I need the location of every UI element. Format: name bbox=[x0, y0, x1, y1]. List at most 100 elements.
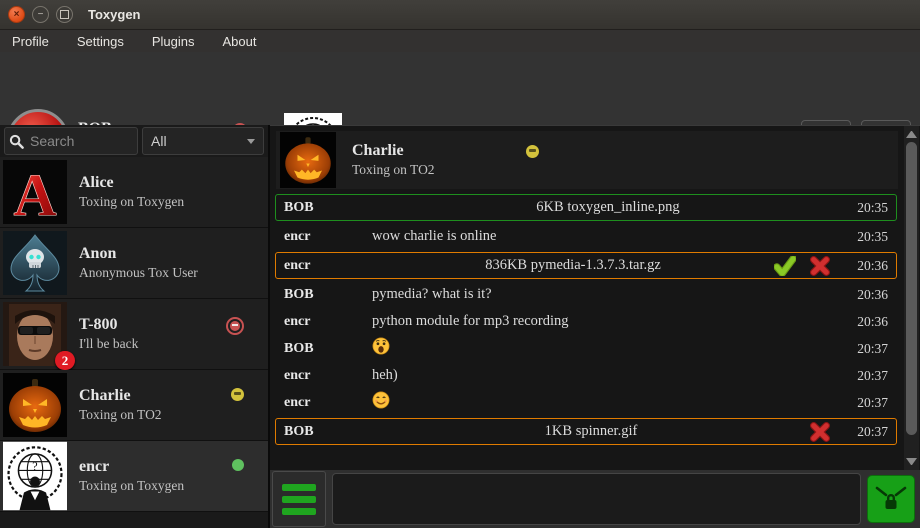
message-sender: encr bbox=[284, 395, 372, 411]
title-bar: × − Toxygen bbox=[0, 0, 920, 30]
file-transfer-actions bbox=[774, 256, 830, 276]
message-time: 20:36 bbox=[844, 314, 888, 330]
message-time: 20:36 bbox=[844, 258, 888, 274]
file-transfer-label: 836KB pymedia-1.3.7.3.tar.gz bbox=[372, 257, 774, 274]
attachments-menu-button[interactable] bbox=[272, 471, 326, 527]
message-body: pymedia? what is it? bbox=[372, 286, 844, 303]
decline-cross-icon[interactable] bbox=[810, 422, 830, 442]
message-body: python module for mp3 recording bbox=[372, 313, 844, 330]
message-body: heh) bbox=[372, 367, 844, 384]
maximize-icon bbox=[60, 10, 69, 19]
window-title: Toxygen bbox=[88, 7, 141, 22]
message-body bbox=[372, 337, 844, 360]
avatar bbox=[3, 231, 67, 295]
chat-area: Charlie Toxing on TO2 BOB 6KB toxygen_in… bbox=[270, 125, 920, 470]
message-sender: BOB bbox=[284, 200, 372, 216]
away-status-icon bbox=[526, 145, 539, 158]
scrollbar-thumb[interactable] bbox=[906, 142, 917, 435]
message-emoji: encr 20:37 bbox=[276, 389, 896, 416]
chat-contact-card: Charlie Toxing on TO2 bbox=[276, 131, 898, 189]
message-time: 20:36 bbox=[844, 287, 888, 303]
message-time: 20:37 bbox=[844, 395, 888, 411]
chat-contact-status-message: Toxing on TO2 bbox=[352, 162, 502, 178]
message-sender: BOB bbox=[284, 341, 372, 357]
contact-row-alice[interactable]: A Alice Toxing on Toxygen bbox=[0, 157, 268, 228]
contact-row-anon[interactable]: Anon Anonymous Tox User bbox=[0, 228, 268, 299]
accept-check-icon[interactable] bbox=[774, 256, 796, 276]
close-button[interactable]: × bbox=[8, 6, 25, 23]
red-letter-a-icon: A bbox=[3, 160, 67, 224]
scroll-down-arrow-icon[interactable] bbox=[906, 458, 917, 465]
pumpkin-icon bbox=[280, 132, 336, 188]
message-list: BOB 6KB toxygen_inline.png 20:35 encr wo… bbox=[270, 192, 902, 447]
unread-count-badge: 2 bbox=[55, 351, 75, 370]
menu-bar: Profile Settings Plugins About bbox=[0, 30, 920, 52]
avatar bbox=[280, 132, 336, 188]
contact-status-message: Toxing on Toxygen bbox=[79, 478, 268, 494]
contact-status-message: I'll be back bbox=[79, 336, 268, 352]
contact-list: A Alice Toxing on Toxygen bbox=[0, 157, 268, 512]
toxygen-window: × − Toxygen Profile Settings Plugins Abo… bbox=[0, 0, 920, 528]
online-status-icon bbox=[232, 459, 244, 471]
avatar bbox=[3, 373, 67, 437]
avatar: A bbox=[3, 160, 67, 224]
menu-about[interactable]: About bbox=[222, 34, 256, 49]
message-sender: encr bbox=[284, 314, 372, 330]
message-time: 20:35 bbox=[844, 200, 888, 216]
smiling-face-emoji bbox=[372, 391, 390, 409]
contact-row-encr[interactable]: ? encr Toxing on Toxygen bbox=[0, 441, 268, 512]
menu-plugins[interactable]: Plugins bbox=[152, 34, 195, 49]
contacts-sidebar: All A Alice Toxing on Toxygen bbox=[0, 125, 270, 528]
menu-profile[interactable]: Profile bbox=[12, 34, 49, 49]
message-sender: encr bbox=[284, 258, 372, 274]
contact-row-charlie[interactable]: Charlie Toxing on TO2 bbox=[0, 370, 268, 441]
message-input[interactable] bbox=[332, 473, 861, 525]
close-icon: × bbox=[14, 10, 20, 20]
message-file-transfer[interactable]: BOB 6KB toxygen_inline.png 20:35 bbox=[275, 194, 897, 221]
chat-contact-text: Charlie Toxing on TO2 bbox=[352, 142, 502, 178]
contact-name: Alice bbox=[79, 174, 268, 192]
chat-scrollbar[interactable] bbox=[904, 126, 919, 470]
message-body: wow charlie is online bbox=[372, 228, 844, 245]
svg-text:?: ? bbox=[32, 459, 37, 473]
maximize-button[interactable] bbox=[56, 6, 73, 23]
message-text: BOB pymedia? what is it? 20:36 bbox=[276, 281, 896, 308]
decline-cross-icon[interactable] bbox=[810, 256, 830, 276]
shocked-face-emoji bbox=[372, 337, 390, 355]
header-panel: B BOB Looking for Python dev… ? encr bbox=[0, 52, 920, 125]
message-time: 20:37 bbox=[844, 424, 888, 440]
contact-row-t800[interactable]: 2 T-800 I'll be back bbox=[0, 299, 268, 370]
search-box[interactable] bbox=[4, 127, 138, 155]
file-transfer-label: 6KB toxygen_inline.png bbox=[372, 199, 844, 216]
message-text: encr heh) 20:37 bbox=[276, 362, 896, 389]
chat-contact-name: Charlie bbox=[352, 142, 502, 160]
send-message-button[interactable] bbox=[867, 475, 915, 523]
menu-settings[interactable]: Settings bbox=[77, 34, 124, 49]
message-sender: encr bbox=[284, 229, 372, 245]
contact-text: Alice Toxing on Toxygen bbox=[79, 174, 268, 210]
message-file-transfer[interactable]: encr 836KB pymedia-1.3.7.3.tar.gz 20:36 bbox=[275, 252, 897, 279]
scroll-up-arrow-icon[interactable] bbox=[906, 131, 917, 138]
avatar: ? bbox=[3, 440, 67, 512]
message-time: 20:37 bbox=[844, 341, 888, 357]
search-input[interactable] bbox=[28, 132, 122, 150]
spade-skull-icon bbox=[3, 231, 67, 295]
svg-text:A: A bbox=[13, 162, 56, 224]
message-sender: BOB bbox=[284, 424, 372, 440]
contact-status-message: Anonymous Tox User bbox=[79, 265, 268, 281]
message-time: 20:37 bbox=[844, 368, 888, 384]
contact-filter-dropdown[interactable]: All bbox=[142, 127, 264, 155]
minimize-icon: − bbox=[38, 10, 44, 20]
anonymous-logo-icon: ? bbox=[3, 440, 67, 512]
away-status-icon bbox=[231, 388, 244, 401]
message-file-transfer[interactable]: BOB 1KB spinner.gif 20:37 bbox=[275, 418, 897, 445]
contact-filter-value: All bbox=[151, 133, 167, 149]
hamburger-icon bbox=[282, 484, 316, 491]
message-sender: BOB bbox=[284, 287, 372, 303]
message-emoji: BOB 20:37 bbox=[276, 335, 896, 362]
contact-name: Anon bbox=[79, 245, 268, 263]
minimize-button[interactable]: − bbox=[32, 6, 49, 23]
message-time: 20:35 bbox=[844, 229, 888, 245]
message-text: encr wow charlie is online 20:35 bbox=[276, 223, 896, 250]
file-transfer-actions bbox=[810, 422, 830, 442]
